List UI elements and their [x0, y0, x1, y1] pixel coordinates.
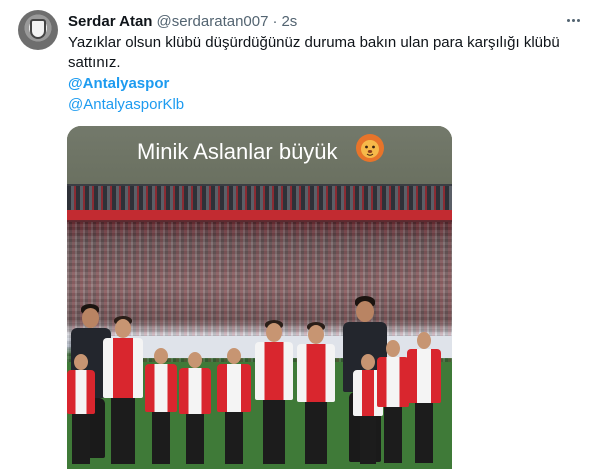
child-7	[297, 322, 335, 469]
tweet-header: Serdar Atan @serdaratan007 · 2s	[68, 11, 297, 31]
stand-banner	[67, 210, 452, 220]
child-2	[103, 316, 143, 469]
lion-face-icon	[356, 134, 384, 162]
more-options-icon[interactable]	[560, 9, 586, 31]
child-4	[179, 352, 211, 469]
crest-icon	[30, 19, 46, 39]
tweet-media-image[interactable]: Minik Aslanlar büyük	[67, 126, 452, 469]
child-5	[217, 348, 251, 469]
mention-antalyasporklb[interactable]: @AntalyasporKlb	[68, 95, 184, 115]
child-6	[255, 320, 293, 469]
child-9	[377, 340, 409, 469]
user-handle[interactable]: @serdaratan007	[156, 13, 268, 30]
media-caption: Minik Aslanlar büyük	[137, 139, 338, 164]
timestamp[interactable]: 2s	[281, 13, 297, 30]
child-1	[67, 354, 97, 469]
tweet-text: Yazıklar olsun klübü düşürdüğünüz duruma…	[68, 34, 560, 71]
upper-stand	[67, 186, 452, 210]
avatar[interactable]	[18, 10, 58, 50]
display-name[interactable]: Serdar Atan	[68, 13, 152, 30]
tweet[interactable]: Serdar Atan @serdaratan007 · 2s Yazıklar…	[0, 0, 612, 469]
mention-antalyaspor[interactable]: @Antalyaspor	[68, 74, 169, 94]
separator-dot: ·	[272, 12, 278, 30]
child-10	[407, 332, 441, 469]
child-3	[145, 348, 177, 469]
